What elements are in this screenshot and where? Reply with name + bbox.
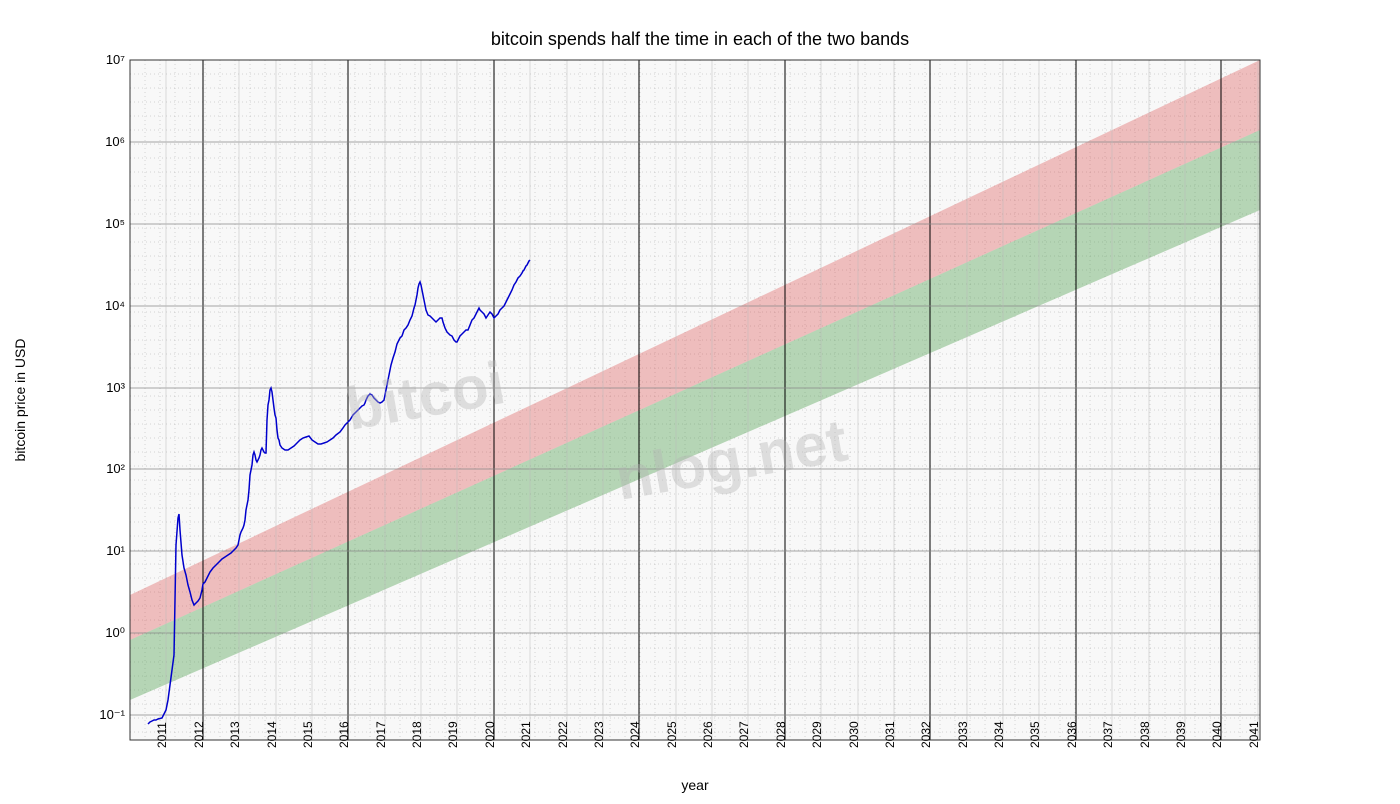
svg-text:2041: 2041 bbox=[1247, 721, 1261, 748]
svg-text:2033: 2033 bbox=[956, 721, 970, 748]
svg-text:2015: 2015 bbox=[301, 721, 315, 748]
chart-title: bitcoin spends half the time in each of … bbox=[491, 29, 909, 49]
x-axis-label: year bbox=[681, 777, 709, 793]
svg-text:2018: 2018 bbox=[410, 721, 424, 748]
svg-text:2017: 2017 bbox=[374, 721, 388, 748]
svg-text:2039: 2039 bbox=[1174, 721, 1188, 748]
svg-text:2014: 2014 bbox=[265, 721, 279, 748]
svg-text:2016: 2016 bbox=[337, 721, 351, 748]
y-axis-label: bitcoin price in USD bbox=[12, 339, 28, 462]
svg-text:10⁶: 10⁶ bbox=[105, 134, 125, 149]
svg-text:2032: 2032 bbox=[919, 721, 933, 748]
svg-text:10⁴: 10⁴ bbox=[105, 298, 125, 313]
svg-text:2024: 2024 bbox=[628, 721, 642, 748]
svg-text:2040: 2040 bbox=[1210, 721, 1224, 748]
svg-text:2021: 2021 bbox=[519, 721, 533, 748]
svg-text:2036: 2036 bbox=[1065, 721, 1079, 748]
svg-text:2022: 2022 bbox=[556, 721, 570, 748]
svg-text:2028: 2028 bbox=[774, 721, 788, 748]
svg-text:10⁷: 10⁷ bbox=[106, 52, 125, 67]
svg-text:2026: 2026 bbox=[701, 721, 715, 748]
svg-text:10⁻¹: 10⁻¹ bbox=[99, 707, 125, 722]
svg-text:10²: 10² bbox=[106, 461, 125, 476]
svg-text:10³: 10³ bbox=[106, 380, 125, 395]
svg-text:2030: 2030 bbox=[847, 721, 861, 748]
svg-text:2011: 2011 bbox=[155, 722, 169, 748]
svg-text:2025: 2025 bbox=[665, 721, 679, 748]
svg-text:10⁵: 10⁵ bbox=[105, 216, 125, 231]
svg-text:2038: 2038 bbox=[1138, 721, 1152, 748]
svg-text:2023: 2023 bbox=[592, 721, 606, 748]
svg-text:2020: 2020 bbox=[483, 721, 497, 748]
svg-text:2013: 2013 bbox=[228, 721, 242, 748]
svg-text:2034: 2034 bbox=[992, 721, 1006, 748]
svg-text:2029: 2029 bbox=[810, 721, 824, 748]
svg-text:2019: 2019 bbox=[446, 721, 460, 748]
chart-container: bitcoin spends half the time in each of … bbox=[0, 0, 1400, 800]
svg-text:2035: 2035 bbox=[1028, 721, 1042, 748]
svg-text:2031: 2031 bbox=[883, 721, 897, 748]
svg-text:10⁰: 10⁰ bbox=[105, 625, 125, 640]
svg-text:2027: 2027 bbox=[737, 721, 751, 748]
svg-text:2037: 2037 bbox=[1101, 721, 1115, 748]
svg-text:2012: 2012 bbox=[192, 721, 206, 748]
svg-text:10¹: 10¹ bbox=[106, 543, 125, 558]
